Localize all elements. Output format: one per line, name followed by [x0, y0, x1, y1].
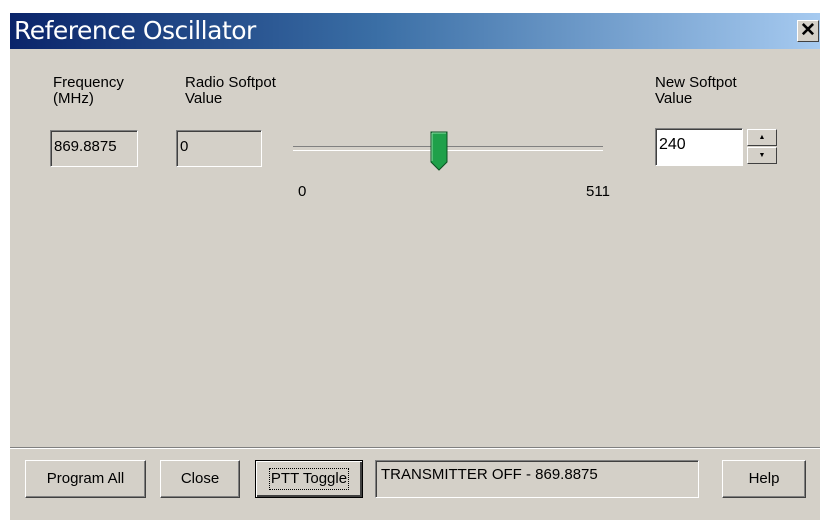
- radio-softpot-field: 0: [176, 130, 262, 167]
- softpot-slider-track[interactable]: [293, 146, 603, 151]
- spin-up-button[interactable]: ▲: [747, 129, 777, 146]
- title-bar[interactable]: Reference Oscillator ✕: [10, 13, 820, 49]
- new-softpot-label: New Softpot Value: [655, 74, 737, 107]
- reference-oscillator-window: Reference Oscillator ✕ Frequency (MHz) 8…: [10, 13, 820, 520]
- chevron-up-icon: ▲: [758, 134, 766, 141]
- program-all-button[interactable]: Program All: [25, 460, 146, 498]
- help-button[interactable]: Help: [722, 460, 806, 498]
- new-softpot-input[interactable]: 240: [655, 128, 743, 166]
- ptt-toggle-button[interactable]: PTT Toggle: [255, 460, 363, 498]
- close-icon[interactable]: ✕: [797, 20, 819, 42]
- softpot-slider-thumb[interactable]: [430, 131, 448, 171]
- slider-max-label: 511: [586, 183, 610, 200]
- frequency-label: Frequency (MHz): [53, 74, 124, 107]
- close-button[interactable]: Close: [160, 460, 240, 498]
- chevron-down-icon: ▼: [758, 152, 766, 159]
- radio-softpot-label: Radio Softpot Value: [185, 74, 276, 107]
- status-field: TRANSMITTER OFF - 869.8875: [375, 460, 699, 498]
- frequency-field: 869.8875: [50, 130, 138, 167]
- window-title: Reference Oscillator: [14, 16, 256, 45]
- spin-down-button[interactable]: ▼: [747, 147, 777, 164]
- separator: [10, 447, 820, 449]
- slider-min-label: 0: [298, 183, 307, 200]
